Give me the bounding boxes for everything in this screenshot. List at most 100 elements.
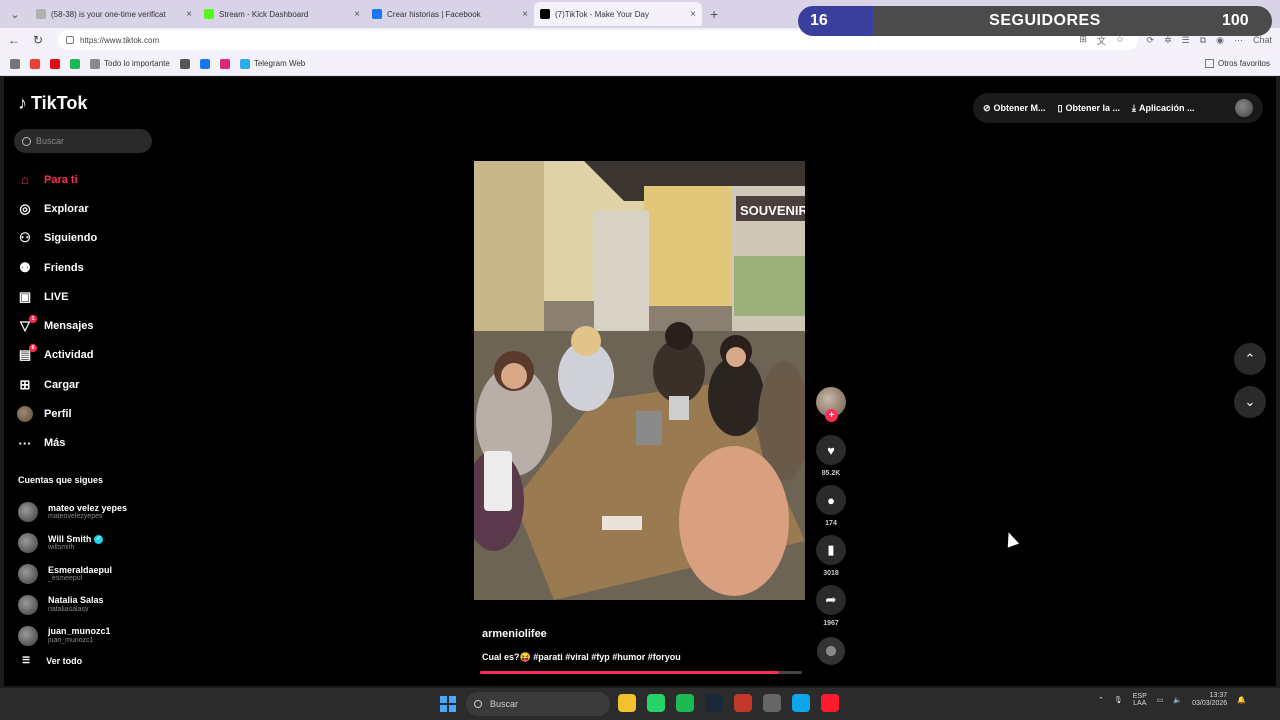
sidebar-item-para-ti[interactable]: ⌂ Para ti [16, 165, 166, 194]
like-heart-icon[interactable]: ♥ [816, 435, 846, 465]
taskbar-settings-icon[interactable] [763, 694, 781, 712]
tiktok-logo[interactable]: ♪ TikTok [18, 93, 87, 114]
sidebar-item-mensajes[interactable]: ▽ 1 Mensajes [16, 311, 166, 340]
profile-icon[interactable]: ◉ [1216, 35, 1224, 46]
network-icon[interactable]: ▭ [1157, 696, 1164, 704]
sidebar-item-label: Friends [44, 261, 84, 274]
collections-icon[interactable]: ⧉ [1200, 35, 1206, 46]
see-all-button[interactable]: ☰ Ver todo [22, 655, 82, 666]
mouse-cursor-icon [1002, 530, 1020, 548]
comment-bubble-icon[interactable]: ● [816, 485, 846, 515]
bookmark-item[interactable] [50, 58, 60, 69]
bookmark-item[interactable]: Todo lo importante [90, 58, 170, 69]
account-avatar [18, 533, 38, 554]
taskbar-files-icon[interactable] [618, 694, 636, 712]
bookmark-item[interactable] [199, 58, 210, 69]
top-action-button[interactable]: ⤓ Aplicación ... [1132, 103, 1195, 114]
bookmarks-bar: Todo lo importante Telegram Web Otros fav… [0, 52, 1280, 76]
copilot-chat-label[interactable]: Chat [1253, 35, 1272, 46]
bookmark-item[interactable] [10, 58, 20, 69]
tab-close-icon[interactable]: × [522, 9, 528, 20]
volume-icon[interactable]: 🔈 [1173, 696, 1182, 704]
sidebar-item-friends[interactable]: ⚉ Friends [16, 253, 166, 282]
refresh-page-icon[interactable]: ⟳ [1147, 35, 1155, 46]
taskbar-whatsapp-icon[interactable] [647, 694, 665, 712]
reload-icon[interactable]: ↻ [28, 33, 48, 47]
followed-account[interactable]: juan_munozc1 juan_munozc1 [18, 620, 168, 651]
tab-close-icon[interactable]: × [690, 9, 696, 20]
sidebar-item-label: Mensajes [44, 320, 94, 333]
bookmark-facebook-icon [199, 58, 210, 69]
favorites-icon[interactable]: ☰ [1182, 35, 1190, 46]
taskbar-steam-icon[interactable] [705, 694, 723, 712]
taskbar-edge-icon[interactable] [792, 694, 810, 712]
bookmark-item[interactable]: Telegram Web [239, 58, 305, 69]
language-indicator[interactable]: ESP LAA [1133, 693, 1147, 708]
followed-account[interactable]: mateo velez yepes mateovelezyepes [18, 497, 168, 528]
video-progress-bar[interactable] [480, 671, 802, 674]
account-names: Esmeraldaepul _esmeepul [48, 565, 112, 583]
notification-bell-icon[interactable]: 🔔 [1237, 696, 1246, 704]
profile-avatar-image [17, 406, 33, 423]
search-input[interactable]: Buscar [14, 129, 152, 153]
tab-close-icon[interactable]: × [354, 9, 360, 20]
like-count: 85.2K [821, 470, 841, 477]
video-author[interactable]: armeniolifee [482, 628, 681, 640]
sidebar-item-actividad[interactable]: ▤ 6 Actividad [16, 341, 166, 370]
sidebar-item-siguiendo[interactable]: ⚇ Siguiendo [16, 224, 166, 253]
previous-video-chevron-up-icon[interactable]: ⌃ [1234, 343, 1266, 375]
sidebar-item-perfil[interactable]: Perfil [16, 399, 166, 428]
taskbar-opera-icon[interactable] [821, 694, 839, 712]
follow-plus-icon[interactable]: + [825, 409, 838, 422]
user-avatar[interactable] [1235, 99, 1253, 117]
url-text: https://www.tiktok.com [80, 35, 160, 45]
bookmark-spotify-icon [70, 58, 80, 69]
tray-overflow-chevron-icon[interactable]: ⌃ [1098, 696, 1104, 704]
followed-account[interactable]: Will Smith ✓ willsmith [18, 528, 168, 559]
site-info-icon[interactable] [66, 36, 74, 44]
video-player[interactable]: SOUVENIR [474, 161, 805, 600]
bookmark-item[interactable] [70, 58, 80, 69]
bookmark-item[interactable] [219, 58, 230, 69]
followed-account[interactable]: Esmeraldaepul _esmeepul [18, 559, 168, 590]
bookmark-item[interactable] [179, 58, 190, 69]
browser-tab[interactable]: (58-38) is your one-time verificat × [30, 2, 198, 26]
taskbar-search[interactable]: Buscar [466, 692, 610, 716]
sidebar-item-live[interactable]: ▣ LIVE [16, 282, 166, 311]
music-disc-icon[interactable] [817, 637, 845, 665]
browser-tab[interactable]: (7)TikTok - Make Your Day × [534, 2, 702, 26]
sidebar-item-más[interactable]: ··· Más [16, 429, 166, 458]
bookmark-icon[interactable]: ▮ [816, 535, 846, 565]
share-arrow-icon[interactable]: ➦ [816, 585, 846, 615]
followed-account[interactable]: Natalia Salas nataliasalasv [18, 589, 168, 620]
browser-tab[interactable]: Stream - Kick Dashboard × [198, 2, 366, 26]
windows-start-icon[interactable] [440, 696, 456, 712]
next-video-chevron-down-icon[interactable]: ⌄ [1234, 386, 1266, 418]
taskbar-spotify-icon[interactable] [676, 694, 694, 712]
creator-avatar[interactable]: + [816, 387, 846, 422]
tab-menu-chevron-icon[interactable]: ⌄ [4, 4, 26, 24]
clock[interactable]: 13:37 03/03/2026 [1192, 692, 1227, 709]
sidebar-item-cargar[interactable]: ⊞ Cargar [16, 370, 166, 399]
search-icon [22, 136, 31, 146]
microphone-icon[interactable]: 🎙 [1114, 696, 1123, 704]
bookmark-netflix-icon [50, 58, 60, 69]
back-arrow-icon[interactable]: ← [4, 33, 24, 47]
tab-title: (7)TikTok - Make Your Day [555, 9, 649, 19]
top-action-button[interactable]: ⊘ Obtener M... [983, 103, 1046, 114]
browser-tab[interactable]: Crear historias | Facebook × [366, 2, 534, 26]
sidebar-item-label: Siguiendo [44, 232, 98, 245]
bookmark-folder-icon [90, 58, 100, 69]
taskbar-app-red-icon[interactable] [734, 694, 752, 712]
extensions-icon[interactable]: ✲ [1164, 35, 1172, 46]
settings-more-icon[interactable]: ⋯ [1234, 35, 1243, 46]
sidebar-item-explorar[interactable]: ◎ Explorar [16, 194, 166, 223]
new-tab-button[interactable]: + [710, 6, 718, 22]
tab-close-icon[interactable]: × [186, 9, 192, 20]
account-display-name: juan_munozc1 [48, 626, 111, 637]
search-placeholder: Buscar [36, 136, 65, 146]
video-actions: + ♥ 85.2K ● 174 ▮ 3018 ➦ 1967 [815, 387, 847, 665]
other-bookmarks[interactable]: Otros favoritos [1204, 59, 1270, 68]
top-action-button[interactable]: ▯ Obtener la ... [1058, 103, 1120, 114]
bookmark-item[interactable] [30, 58, 40, 69]
